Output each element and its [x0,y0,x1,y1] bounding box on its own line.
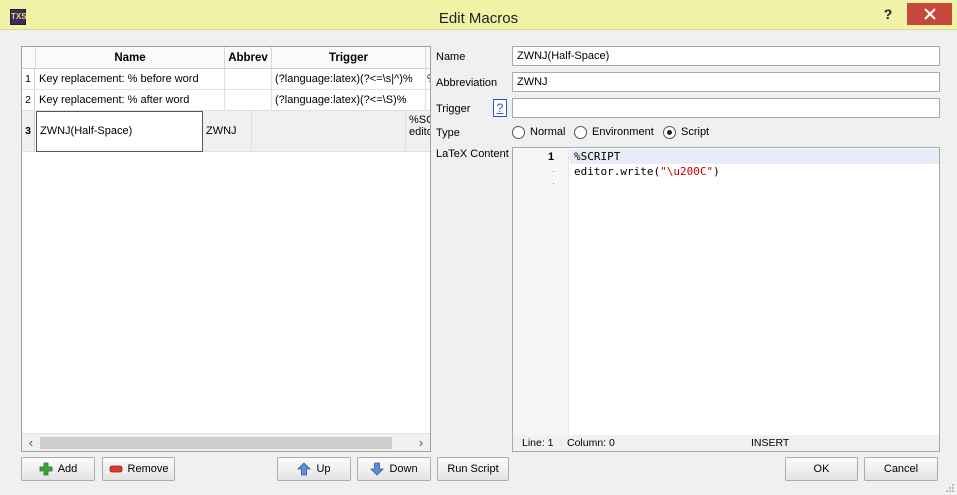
table-cell-abbrev[interactable] [225,69,272,90]
code-text: editor.write( [574,165,661,178]
close-icon [923,8,936,20]
add-button[interactable]: Add [21,457,95,481]
up-button[interactable]: Up [277,457,351,481]
column-header-content[interactable] [426,47,430,69]
editor-status-bar: Line: 1 Column: 0 INSERT [513,435,939,451]
table-cell-trigger[interactable] [252,111,406,152]
status-column: Column: 0 [567,437,615,449]
line-number: 1 [548,151,555,163]
name-cell-editor[interactable]: ZWNJ(Half-Space) [36,111,203,152]
help-button[interactable]: ? [878,6,898,24]
close-button[interactable] [907,3,952,25]
scroll-left-icon[interactable]: ‹ [24,436,38,450]
row-number[interactable]: 3 [22,111,35,152]
status-mode: INSERT [751,437,790,449]
radio-selected-dot [667,130,672,135]
cancel-button[interactable]: Cancel [864,457,938,481]
table-cell-abbrev[interactable]: ZWNJ [203,111,252,152]
fold-marker: · [552,166,555,176]
table-cell-name[interactable]: Key replacement: % before word [36,69,225,90]
code-line[interactable]: editor.write("\u200C") [574,165,720,178]
table-cell-trigger[interactable]: (?language:latex)(?<=\s|^)% [272,69,426,90]
radio-script[interactable] [663,126,676,139]
macro-table[interactable]: Name Abbrev Trigger 1 Key replacement: %… [21,46,431,452]
remove-button[interactable]: Remove [102,457,175,481]
ok-button[interactable]: OK [785,457,858,481]
abbreviation-field[interactable]: ZWNJ [512,72,940,92]
radio-script-label[interactable]: Script [681,126,709,138]
column-header-abbrev[interactable]: Abbrev [225,47,272,69]
row-number[interactable]: 2 [22,90,35,111]
down-button-label: Down [389,463,418,475]
table-cell-content[interactable]: %% [426,69,430,90]
arrow-down-icon [370,462,385,476]
radio-normal[interactable] [512,126,525,139]
column-header-trigger[interactable]: Trigger [272,47,426,69]
status-line: Line: 1 [522,437,554,449]
radio-environment-label[interactable]: Environment [592,126,654,138]
name-label: Name [436,51,466,63]
code-editor[interactable]: 1 · · %SCRIPT editor.write("\u200C") Lin… [512,147,940,452]
fold-marker: · [552,178,555,188]
table-cell-content[interactable]: %% [426,90,430,111]
scroll-right-icon[interactable]: › [414,436,428,450]
table-cell-content[interactable]: %SC editor [406,111,430,152]
code-text: ) [713,165,720,178]
down-button[interactable]: Down [357,457,431,481]
radio-environment[interactable] [574,126,587,139]
table-cell-name[interactable]: Key replacement: % after word [36,90,225,111]
code-line[interactable]: %SCRIPT [574,150,620,163]
corner-header [22,47,36,69]
trigger-field[interactable] [512,98,940,118]
plus-icon [39,462,53,476]
scrollbar-thumb[interactable] [40,437,392,449]
name-field[interactable]: ZWNJ(Half-Space) [512,46,940,66]
type-label: Type [436,127,460,139]
run-script-button[interactable]: Run Script [437,457,509,481]
table-cell-abbrev[interactable] [225,90,272,111]
add-button-label: Add [57,463,78,475]
trigger-label: Trigger [436,103,471,115]
horizontal-scrollbar[interactable]: ‹ › [22,433,430,451]
minus-icon [109,465,122,473]
latex-content-label: LaTeX Content [436,148,509,160]
line-number-gutter: 1 · · [513,148,569,435]
radio-normal-label[interactable]: Normal [530,126,565,138]
title-bar: TXS Edit Macros ? [0,0,957,30]
current-line-highlight [570,149,939,164]
column-header-name[interactable]: Name [36,47,225,69]
row-number[interactable]: 1 [22,69,35,90]
resize-grip-icon[interactable] [945,483,955,493]
remove-button-label: Remove [127,463,169,475]
trigger-help-link[interactable]: ? [493,99,507,117]
up-button-label: Up [316,463,331,475]
window-title: Edit Macros [438,10,519,27]
string-literal: "\u200C" [660,165,714,178]
arrow-up-icon [297,462,312,476]
abbreviation-label: Abbreviation [436,77,498,89]
table-cell-trigger[interactable]: (?language:latex)(?<=\S)% [272,90,426,111]
